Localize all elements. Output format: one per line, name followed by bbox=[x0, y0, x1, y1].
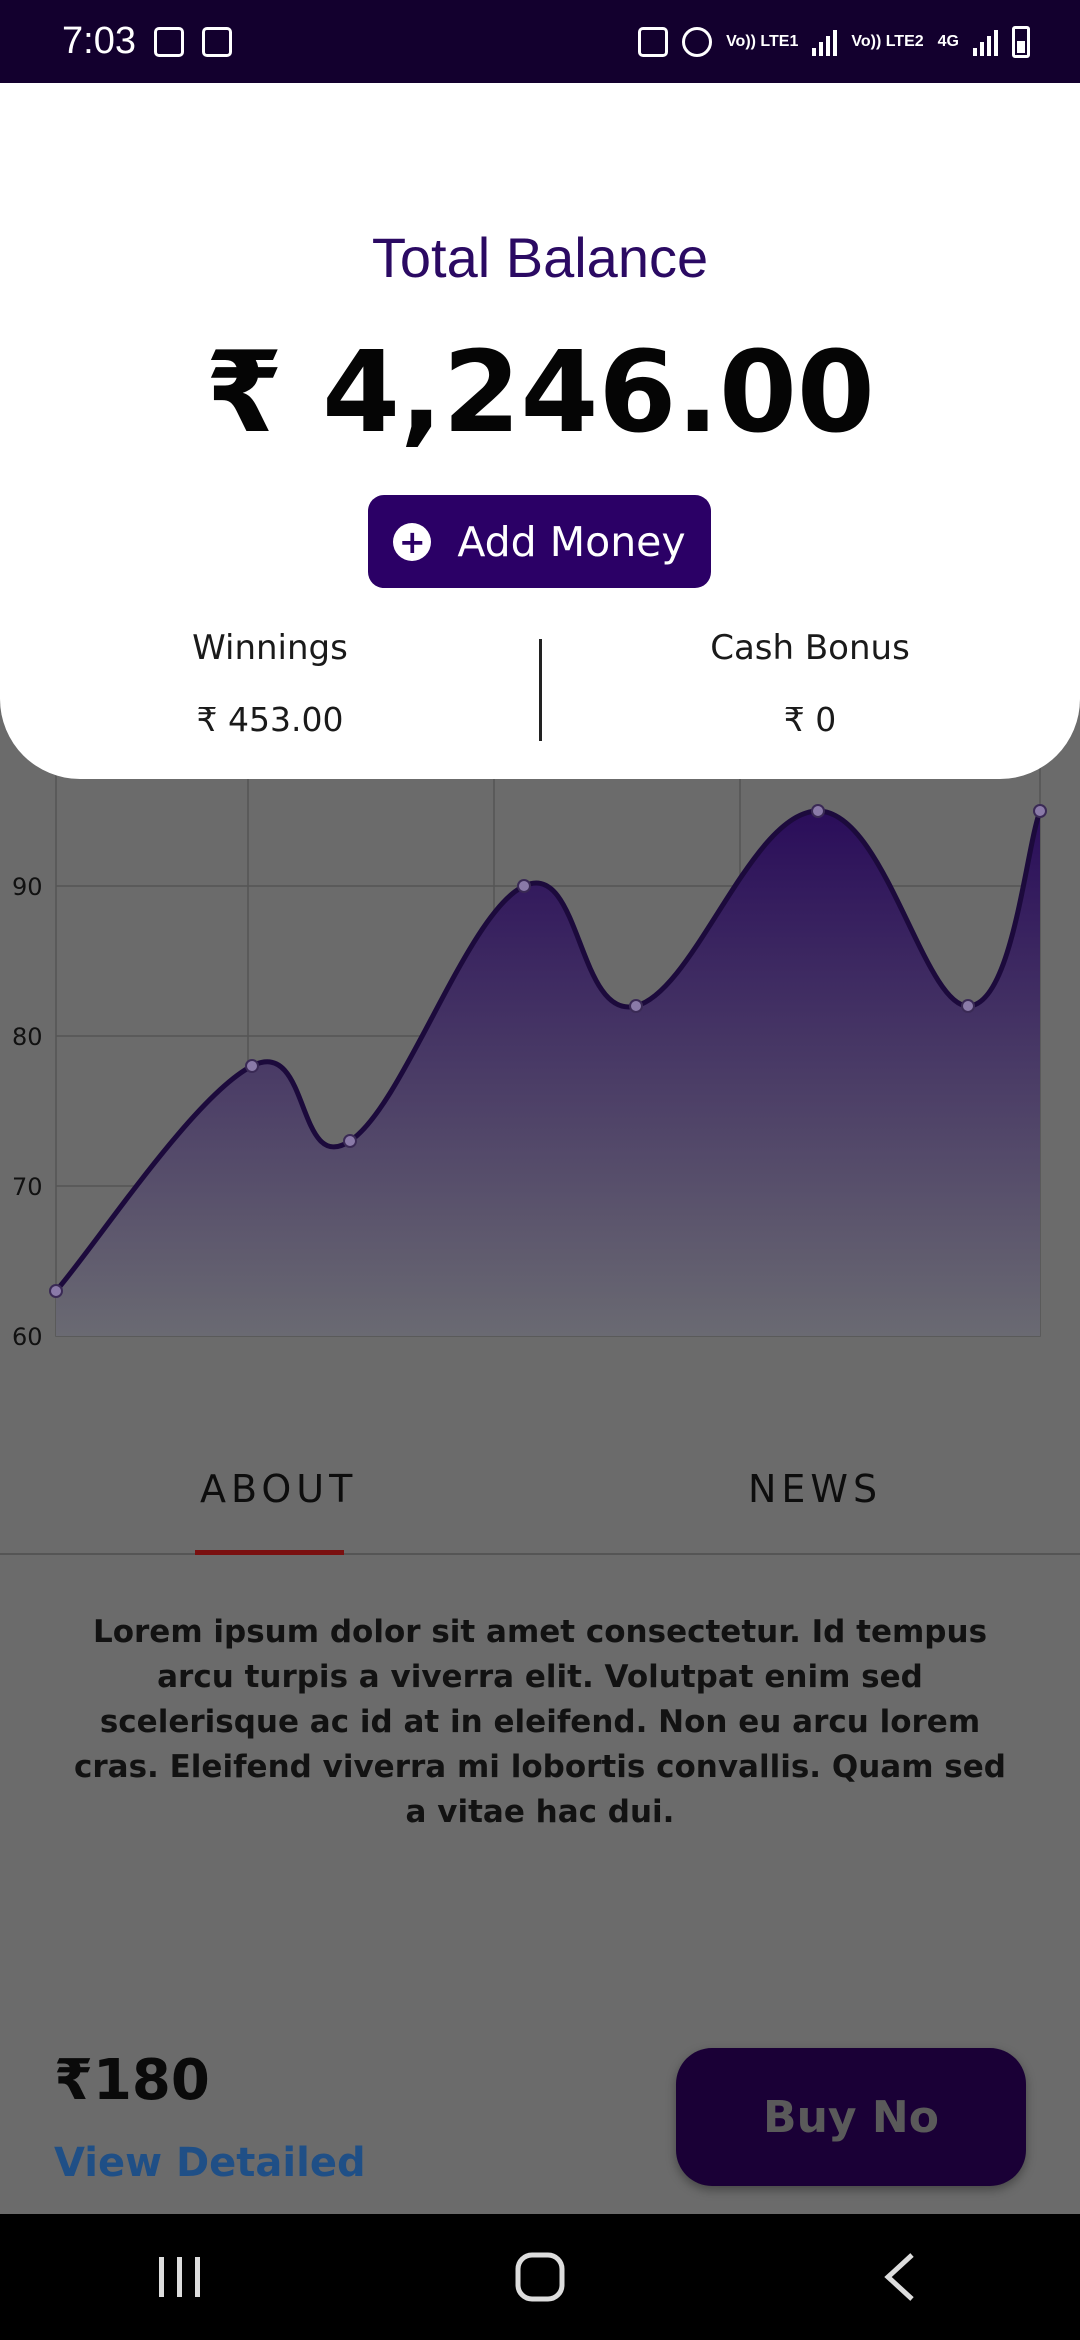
buy-no-button[interactable]: Buy No bbox=[676, 2048, 1026, 2186]
price: ₹180 bbox=[54, 2048, 210, 2113]
winnings-stat: Winnings ₹ 453.00 bbox=[0, 628, 540, 739]
y-tick-label: 70 bbox=[12, 1173, 43, 1201]
winnings-label: Winnings bbox=[192, 628, 348, 668]
y-tick-label: 60 bbox=[12, 1323, 43, 1351]
back-icon bbox=[884, 2253, 914, 2301]
gallery-icon bbox=[153, 26, 184, 57]
tab-indicator bbox=[195, 1550, 344, 1555]
chart-point bbox=[49, 1284, 63, 1298]
alarm-icon bbox=[682, 26, 713, 57]
chart-point bbox=[811, 804, 825, 818]
status-bar: 7:03 Vo)) LTE1 Vo)) LTE2 4G bbox=[0, 0, 1080, 83]
add-money-button[interactable]: + Add Money bbox=[368, 495, 711, 588]
y-tick-label: 80 bbox=[12, 1023, 43, 1051]
balance-card: Total Balance ₹ 4,246.00 + Add Money Win… bbox=[0, 83, 1080, 779]
navigation-bar bbox=[0, 2214, 1080, 2340]
balance-amount: ₹ 4,246.00 bbox=[205, 328, 875, 458]
chart-point bbox=[245, 1059, 259, 1073]
about-text: Lorem ipsum dolor sit amet consectetur. … bbox=[74, 1614, 1006, 1830]
recents-icon bbox=[159, 2257, 200, 2297]
home-button[interactable] bbox=[480, 2237, 600, 2317]
status-left: 7:03 bbox=[62, 20, 232, 63]
home-icon bbox=[515, 2252, 565, 2302]
view-detailed-link[interactable]: View Detailed bbox=[54, 2140, 366, 2186]
tab-about[interactable]: ABOUT bbox=[200, 1467, 357, 1511]
cash-bonus-value: ₹ 0 bbox=[783, 700, 837, 739]
chart-point bbox=[343, 1134, 357, 1148]
chart-point bbox=[961, 999, 975, 1013]
signal-icon bbox=[973, 28, 998, 56]
network-lte1: Vo)) LTE1 bbox=[726, 33, 799, 50]
add-money-label: Add Money bbox=[457, 517, 686, 566]
network-4g: 4G bbox=[937, 33, 959, 50]
recycle-icon bbox=[638, 26, 669, 57]
chart-point bbox=[517, 879, 531, 893]
winnings-value: ₹ 453.00 bbox=[196, 700, 344, 739]
battery-icon bbox=[1012, 25, 1030, 58]
chart-point bbox=[1033, 804, 1047, 818]
price-chart: 60 70 80 90 bbox=[0, 740, 1080, 1360]
recents-button[interactable] bbox=[120, 2237, 240, 2317]
y-tick-label: 90 bbox=[12, 873, 43, 901]
balance-title: Total Balance bbox=[371, 226, 709, 289]
plus-circle-icon: + bbox=[393, 522, 432, 561]
status-right: Vo)) LTE1 Vo)) LTE2 4G bbox=[638, 25, 1030, 58]
chart-svg: 60 70 80 90 bbox=[12, 759, 1047, 1351]
tab-bar: ABOUT NEWS bbox=[0, 1455, 1080, 1555]
back-button[interactable] bbox=[840, 2237, 960, 2317]
network-lte2: Vo)) LTE2 bbox=[851, 33, 924, 50]
tab-news[interactable]: NEWS bbox=[748, 1467, 882, 1511]
signal-icon bbox=[812, 28, 838, 56]
cash-bonus-label: Cash Bonus bbox=[710, 628, 910, 668]
chart-point bbox=[629, 999, 643, 1013]
status-time: 7:03 bbox=[62, 20, 136, 62]
screen-record-icon bbox=[201, 26, 232, 57]
cash-bonus-stat: Cash Bonus ₹ 0 bbox=[540, 628, 1080, 739]
